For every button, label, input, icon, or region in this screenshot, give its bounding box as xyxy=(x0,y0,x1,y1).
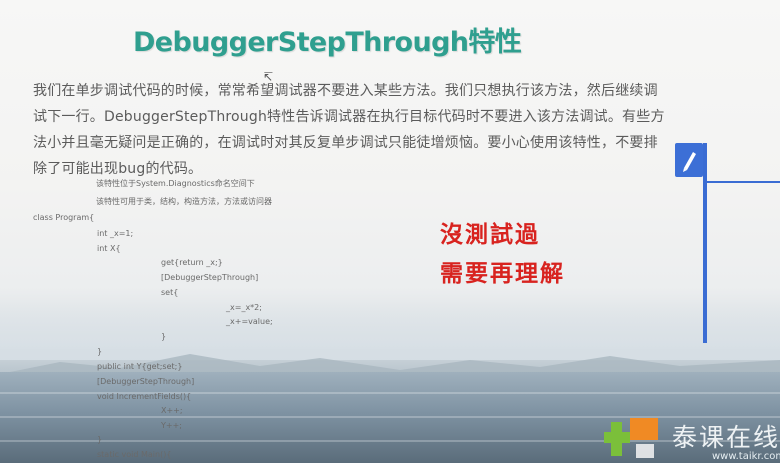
pen-tool-button[interactable] xyxy=(675,143,703,177)
code-line: 该特性位于System.Diagnostics命名空间下 xyxy=(96,179,255,188)
code-line: } xyxy=(97,347,103,356)
code-line: class Program{ xyxy=(33,213,95,222)
slide-paragraph: 我们在单步调试代码的时候，常常希望调试器不要进入某些方法。我们只想执行该方法，然… xyxy=(33,78,665,182)
pen-icon xyxy=(683,152,696,172)
note-line: 需要再理解 xyxy=(440,261,565,287)
note-line: 沒測試過 xyxy=(440,222,540,248)
code-line: X++; xyxy=(161,406,183,415)
annotation-guide-horizontal xyxy=(703,181,780,183)
code-line: get{return _x;} xyxy=(161,258,223,267)
paragraph-line: 我们在单步调试代码的时候，常常希望调试器不要进入某些方法。我们只想执行该方法，然… xyxy=(33,83,658,99)
code-line: set{ xyxy=(161,288,179,297)
code-line: _x+=value; xyxy=(226,317,273,326)
code-line: _x=_x*2; xyxy=(226,303,262,312)
sea-wave xyxy=(0,440,780,442)
watermark-url: www.taikr.com xyxy=(712,451,780,462)
paragraph-line: 法小并且毫无疑问是正确的，在调试时对其反复单步调试只能徒增烦恼。要小心使用该特性… xyxy=(33,135,658,151)
sea-wave xyxy=(0,416,780,418)
taikr-logo-icon xyxy=(604,418,658,458)
code-line: int X{ xyxy=(97,244,121,253)
paragraph-line: 试下一行。DebuggerStepThrough特性告诉调试器在执行目标代码时不… xyxy=(33,109,665,125)
code-line: [DebuggerStepThrough] xyxy=(97,377,195,386)
code-line: void IncrementFields(){ xyxy=(97,392,192,401)
annotation-guide-vertical xyxy=(703,143,707,343)
code-line: } xyxy=(161,332,167,341)
code-line: static void Main(){ xyxy=(97,450,172,459)
code-line: public int Y{get;set;} xyxy=(97,362,183,371)
code-line: [DebuggerStepThrough] xyxy=(161,273,259,282)
code-line: 该特性可用于类，结构，构造方法，方法或访问器 xyxy=(96,197,272,206)
code-line: int _x=1; xyxy=(97,229,134,238)
code-line: Y++; xyxy=(161,421,182,430)
code-line: } xyxy=(97,435,103,444)
slide-title: DebuggerStepThrough特性 xyxy=(133,27,522,58)
watermark-brand: 泰课在线 xyxy=(672,423,780,452)
